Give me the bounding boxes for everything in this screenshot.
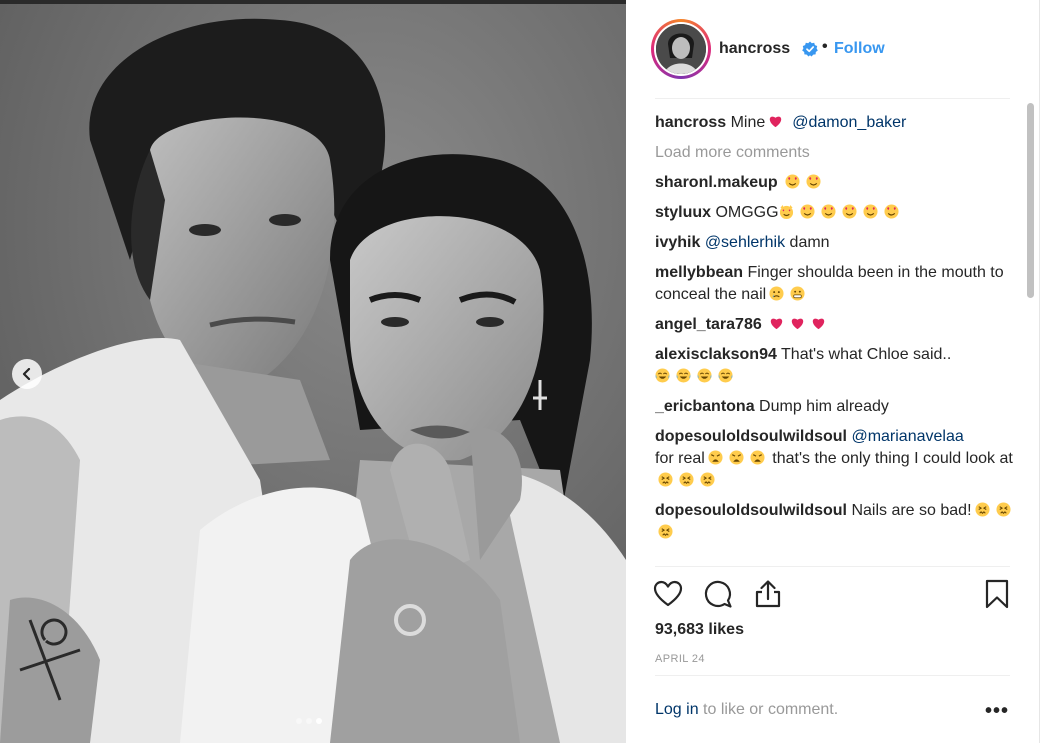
confounded-face-emoji-icon [679,472,694,487]
red-heart-emoji-icon [812,318,825,330]
crying-face-emoji-icon [769,286,784,301]
comment-item: styluux OMGGG [655,202,1030,224]
heart-eyes-emoji-icon [842,204,857,219]
confounded-face-emoji-icon [658,524,673,539]
comment-username[interactable]: alexisclakson94 [655,346,777,363]
tears-of-joy-emoji-icon [676,368,691,383]
caption: hancross Mine @damon_baker [655,112,1030,134]
header-divider [655,98,1010,99]
post-photo[interactable] [0,0,626,743]
grimacing-face-emoji-icon [790,286,805,301]
header-separator: • [822,38,828,55]
carousel-dot [306,718,312,724]
heart-eyes-emoji-icon [821,204,836,219]
post-photo-image [0,0,626,743]
weary-face-emoji-icon [708,450,723,465]
comment-mention[interactable]: @marianavelaa [851,428,963,445]
tears-of-joy-emoji-icon [655,368,670,383]
more-options-button[interactable]: ••• [985,700,1009,723]
comment-item: sharonl.makeup [655,172,1030,194]
red-heart-emoji-icon [770,318,783,330]
confounded-face-emoji-icon [974,502,990,517]
share-icon[interactable] [752,578,784,610]
comment-item: alexisclakson94 That's what Chloe said.. [655,344,1030,388]
comment-item: ivyhik @sehlerhik damn [655,232,1030,254]
confounded-face-emoji-icon [700,472,715,487]
weary-face-emoji-icon [750,450,765,465]
heart-eyes-emoji-icon [884,204,899,219]
carousel-dot [296,718,302,724]
caption-mention[interactable]: @damon_baker [792,114,906,131]
comment-text: OMGGG [711,204,779,221]
login-prompt: Log in to like or comment. [655,701,838,719]
follow-button[interactable]: Follow [834,40,885,58]
carousel-prev-button[interactable] [12,359,42,389]
bookmark-icon[interactable] [981,578,1013,610]
post-side-panel: hancross • Follow hancross Mine @damon_ba… [626,0,1040,743]
likes-count[interactable]: 93,683 likes [655,621,744,639]
red-heart-emoji-icon [791,318,804,330]
comment-username[interactable]: ivyhik [655,234,700,251]
comment-item: angel_tara786 [655,314,1030,336]
carousel-dots [296,718,322,724]
heart-icon[interactable] [652,578,684,610]
caption-username[interactable]: hancross [655,114,726,131]
comment-username[interactable]: dopesouloldsoulwildsoul [655,428,847,445]
weary-face-emoji-icon [729,450,744,465]
heart-eyes-emoji-icon [785,174,800,189]
heart-eyes-emoji-icon [806,174,821,189]
red-heart-emoji-icon [770,116,782,128]
comment-text: That's what Chloe said.. [776,346,952,363]
comment-mention[interactable]: @sehlerhik [705,234,785,251]
comments-list: hancross Mine @damon_baker Load more comm… [655,112,1030,564]
comment-item: dopesouloldsoulwildsoul Nails are so bad… [655,500,1030,544]
post-username[interactable]: hancross [719,40,790,58]
avatar-image [656,24,706,74]
comment-item: _ericbantona Dump him already [655,396,1030,418]
comment-username[interactable]: _ericbantona [655,398,755,415]
load-more-comments-button[interactable]: Load more comments [655,142,1030,164]
comment-username[interactable]: styluux [655,204,711,221]
comment-text: that's the only thing I could look at [772,450,1013,467]
comment-item: dopesouloldsoulwildsoul @marianavelaa fo… [655,426,1030,492]
comment-username[interactable]: dopesouloldsoulwildsoul [655,502,847,519]
actions-divider [655,566,1010,567]
comment-text: damn [785,234,830,251]
avatar[interactable] [651,19,711,79]
scrollbar-thumb[interactable] [1027,103,1034,298]
tears-of-joy-emoji-icon [718,368,733,383]
verified-badge-icon [802,41,818,57]
heart-eyes-cat-emoji-icon [779,204,793,219]
confounded-face-emoji-icon [995,502,1011,517]
post-date[interactable]: APRIL 24 [655,653,705,665]
heart-eyes-emoji-icon [800,204,815,219]
comment-text: for real [655,450,705,467]
footer-divider [655,675,1010,676]
top-strip [0,0,626,4]
comment-text: Nails are so bad! [847,502,972,519]
carousel-dot-active [316,718,322,724]
login-prompt-text: to like or comment. [698,701,839,718]
comment-username[interactable]: sharonl.makeup [655,174,778,191]
confounded-face-emoji-icon [658,472,673,487]
comment-text: Dump him already [754,398,889,415]
comment-bubble-icon[interactable] [702,578,734,610]
comment-username[interactable]: mellybbean [655,264,743,281]
heart-eyes-emoji-icon [863,204,878,219]
chevron-left-icon [22,368,31,380]
post-header: hancross • Follow [626,0,1040,98]
login-link[interactable]: Log in [655,701,699,718]
comment-username[interactable]: angel_tara786 [655,316,762,333]
tears-of-joy-emoji-icon [697,368,712,383]
caption-text: Mine [726,114,766,131]
comments-scrollbar[interactable] [1026,98,1036,564]
comment-item: mellybbean Finger shoulda been in the mo… [655,262,1030,306]
